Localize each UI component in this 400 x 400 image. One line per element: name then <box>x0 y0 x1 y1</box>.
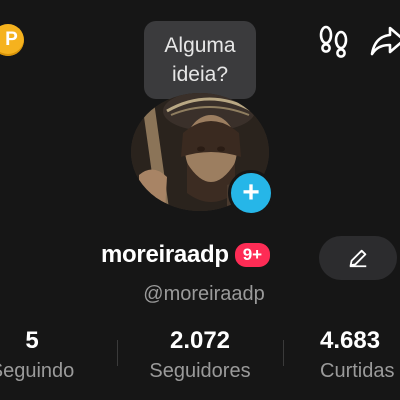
pencil-icon <box>349 249 367 268</box>
edit-profile-button[interactable] <box>319 236 397 280</box>
coin-icon[interactable]: P <box>0 24 24 56</box>
following-count: 5 <box>25 327 39 354</box>
followers-count: 2.072 <box>169 327 231 354</box>
likes-count: 4.683 <box>320 327 381 354</box>
profile-handle: @moreiraadp <box>143 283 265 305</box>
tooltip-line-1: Alguma <box>164 34 236 57</box>
share-icon[interactable] <box>368 20 400 60</box>
notification-badge[interactable]: 9+ <box>234 243 271 267</box>
tooltip-bubble[interactable]: Alguma ideia? <box>144 21 256 99</box>
followers-label: Seguidores <box>149 360 251 382</box>
following-label: Seguindo <box>0 360 75 382</box>
stat-followers[interactable]: 2.072 Seguidores <box>130 327 270 383</box>
tooltip-line-2: ideia? <box>171 63 229 86</box>
plus-icon: + <box>242 176 260 209</box>
stat-likes[interactable]: 4.683 Curtidas <box>320 327 400 383</box>
likes-label: Curtidas <box>320 360 395 382</box>
stat-divider <box>283 340 284 366</box>
coin-letter: P <box>5 29 18 50</box>
username-title: moreiraadp <box>101 241 229 268</box>
add-avatar-button[interactable]: + <box>228 170 274 216</box>
stat-divider <box>117 340 118 366</box>
footprints-icon[interactable] <box>314 20 354 60</box>
stat-following[interactable]: 5 Seguindo <box>0 327 92 383</box>
